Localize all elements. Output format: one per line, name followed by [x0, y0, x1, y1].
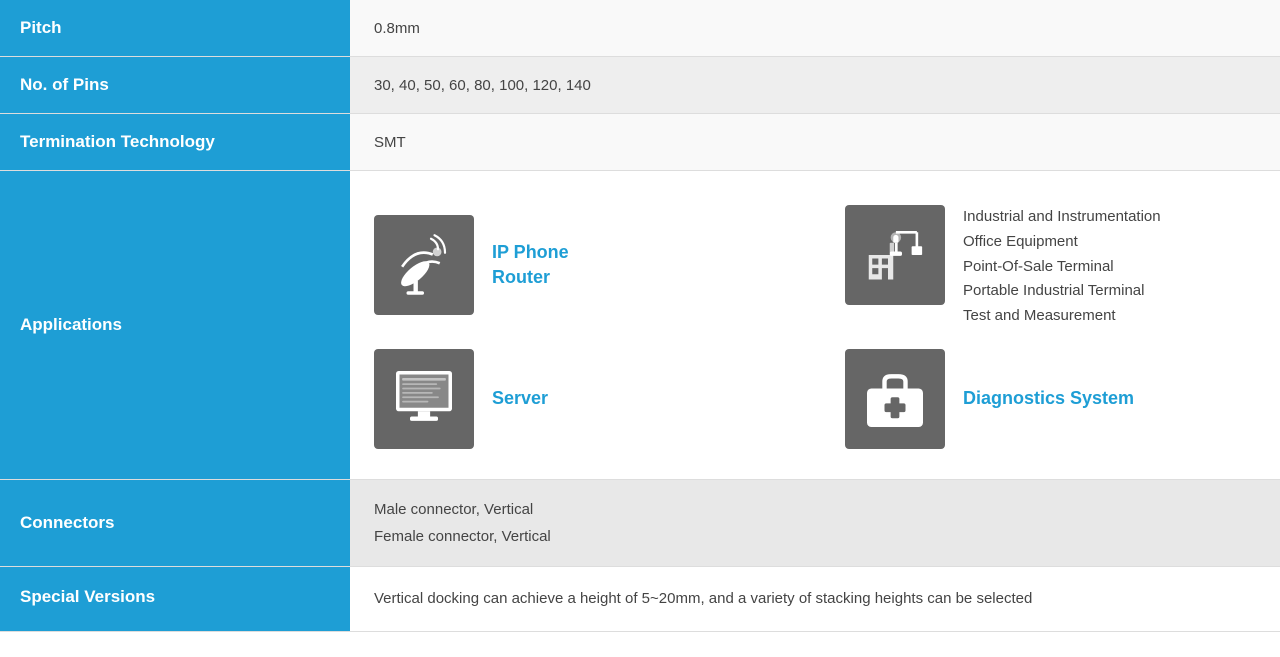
termination-row: Termination Technology SMT	[0, 114, 1280, 171]
server-label: Server	[492, 386, 548, 411]
applications-label: Applications	[0, 171, 350, 479]
pitch-value: 0.8mm	[350, 0, 1280, 56]
server-icon	[374, 349, 474, 449]
pins-row: No. of Pins 30, 40, 50, 60, 80, 100, 120…	[0, 57, 1280, 114]
app-item-server: Server	[374, 349, 785, 449]
pitch-row: Pitch 0.8mm	[0, 0, 1280, 57]
pitch-label: Pitch	[0, 0, 350, 56]
special-versions-value: Vertical docking can achieve a height of…	[350, 567, 1280, 631]
pins-label: No. of Pins	[0, 57, 350, 113]
diagnostics-label: Diagnostics System	[963, 386, 1134, 411]
pins-value: 30, 40, 50, 60, 80, 100, 120, 140	[350, 57, 1280, 113]
termination-label: Termination Technology	[0, 114, 350, 170]
industrial-label: Industrial and Instrumentation Office Eq…	[963, 205, 1161, 329]
app-grid: IP PhoneRouter	[374, 201, 1256, 449]
connectors-value: Male connector, Vertical Female connecto…	[350, 480, 1280, 566]
special-versions-label: Special Versions	[0, 567, 350, 631]
connectors-text: Male connector, Vertical Female connecto…	[374, 496, 551, 550]
app-item-industrial: Industrial and Instrumentation Office Eq…	[845, 201, 1256, 329]
connectors-label: Connectors	[0, 480, 350, 566]
ipphone-label: IP PhoneRouter	[492, 240, 569, 290]
special-versions-row: Special Versions Vertical docking can ac…	[0, 567, 1280, 632]
applications-row: Applications	[0, 171, 1280, 480]
industrial-icon	[845, 205, 945, 305]
connectors-row: Connectors Male connector, Vertical Fema…	[0, 480, 1280, 567]
applications-value: IP PhoneRouter	[350, 171, 1280, 479]
diagnostics-icon	[845, 349, 945, 449]
satellite-icon	[374, 215, 474, 315]
app-item-diagnostics: Diagnostics System	[845, 349, 1256, 449]
termination-value: SMT	[350, 114, 1280, 170]
app-item-ipphone: IP PhoneRouter	[374, 201, 785, 329]
